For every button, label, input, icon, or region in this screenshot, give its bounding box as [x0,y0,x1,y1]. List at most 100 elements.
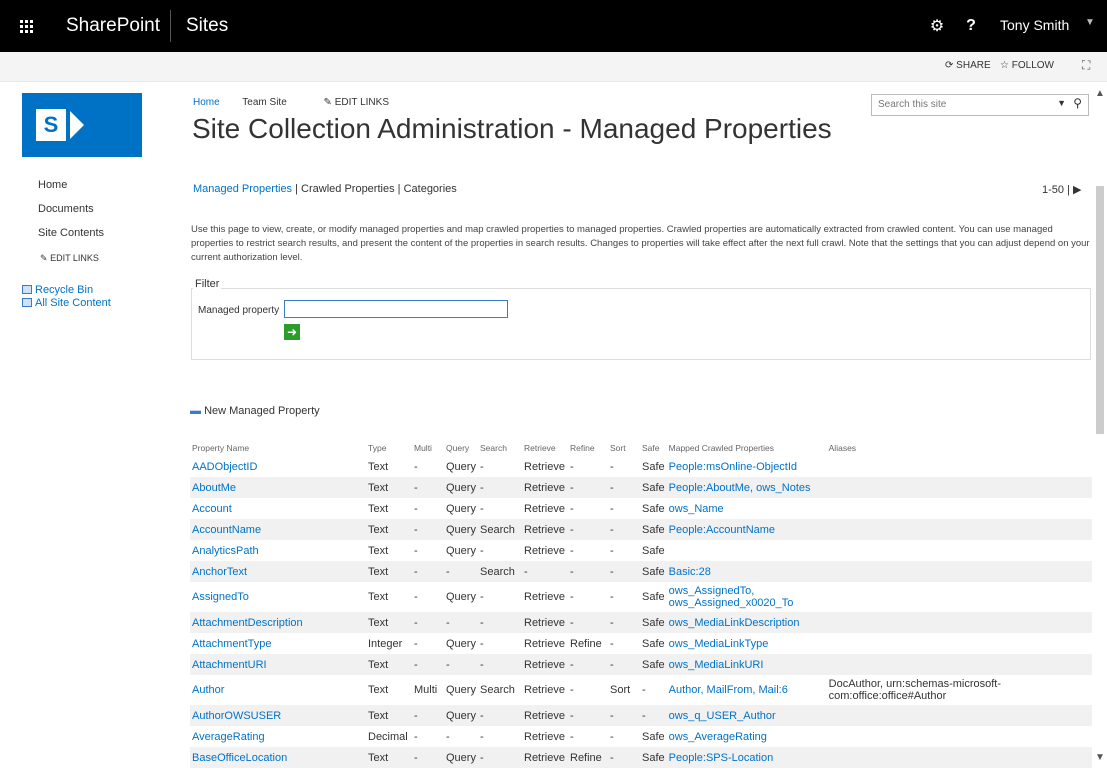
property-name-link[interactable]: BaseOfficeLocation [190,747,366,768]
property-name-link[interactable]: Account [190,498,366,519]
tab-categories[interactable]: Categories [404,183,457,195]
table-cell: - [608,561,640,582]
mapped-crawled-properties[interactable]: People:AboutMe, ows_Notes [666,477,827,498]
mapped-crawled-properties[interactable]: ows_AverageRating [667,726,827,747]
breadcrumb-team-site[interactable]: Team Site [242,97,286,108]
table-cell: Safe [642,730,665,743]
tab-crawled-properties[interactable]: Crawled Properties [301,183,395,195]
search-icon[interactable]: ⚲ [1073,96,1082,110]
column-header: Multi [414,443,432,453]
table-cell: Safe [640,612,667,633]
chevron-down-icon[interactable]: ▼ [1085,17,1095,28]
table-cell: Query [444,705,478,726]
table-cell: Text [368,591,389,603]
mapped-crawled-properties[interactable]: ows_MediaLinkDescription [666,612,827,633]
table-row: AssignedTo Text - Query - Retrieve - - Safe ows_A… [190,582,1092,612]
property-name-link[interactable]: AttachmentType [190,633,366,654]
breadcrumb-home[interactable]: Home [193,97,220,108]
table-cell: Query [446,591,476,603]
mapped-crawled-properties[interactable]: Basic:28 [666,561,827,582]
table-row: AverageRating Decimal - - - Retrieve - - Safe ows… [190,726,1092,747]
vertical-scrollbar[interactable]: ▲ ▼ [1093,82,1107,779]
table-cell: Text [368,684,389,696]
table-cell: - [480,460,484,473]
property-name-link[interactable]: AccountName [190,519,366,540]
table-cell: Text [366,705,412,726]
search-input[interactable]: Search this site ▼ ⚲ [871,94,1089,116]
tab-managed-properties[interactable]: Managed Properties [193,183,292,195]
table-cell: Refine [568,747,608,768]
sites-link[interactable]: Sites [186,15,228,37]
property-name-link[interactable]: AboutMe [190,477,366,498]
header-edit-links[interactable]: EDIT LINKS [335,97,389,108]
table-cell: Text [368,502,389,515]
property-name-link[interactable]: AttachmentDescription [190,612,366,633]
next-page-icon[interactable]: ▶ [1073,184,1081,196]
property-name-link[interactable]: AnalyticsPath [190,540,366,561]
mapped-crawled-properties[interactable]: ows_MediaLinkURI [666,654,827,675]
property-name-link[interactable]: AverageRating [190,726,366,747]
nav-item-site-contents[interactable]: Site Contents [38,224,104,248]
filter-go-button[interactable]: ➜ [284,324,300,340]
table-header-row: Property Name Type Multi Query Search Retriev… [190,440,1092,456]
mapped-crawled-properties[interactable]: Author, MailFrom, Mail:6 [667,675,827,705]
table-row: AnalyticsPath Text - Query - Retrieve - - Safe [190,540,1092,561]
column-header: Safe [642,443,660,453]
table-cell: - [478,612,522,633]
property-name-link[interactable]: AssignedTo [190,582,366,612]
table-cell: - [568,561,608,582]
nav-item-documents[interactable]: Documents [38,200,104,224]
property-name-link[interactable]: AnchorText [190,561,366,582]
all-site-content-link[interactable]: All Site Content [35,297,111,309]
table-row: Author Text Multi Query Search Retrieve - Sort -… [190,675,1092,705]
table-cell: Query [444,477,478,498]
nav-edit-links[interactable]: ✎ EDIT LINKS [40,253,99,264]
scroll-down-icon[interactable]: ▼ [1095,752,1105,763]
user-menu[interactable]: Tony Smith [1000,17,1069,33]
managed-property-input[interactable] [284,300,508,318]
recycle-bin-link[interactable]: Recycle Bin [35,284,93,296]
mapped-crawled-properties[interactable]: People:AccountName [666,519,827,540]
quick-links: Recycle Bin All Site Content [22,284,111,310]
table-cell: - [608,612,640,633]
property-name-link[interactable]: AttachmentURI [190,654,366,675]
mapped-crawled-properties[interactable]: ows_Name [667,498,827,519]
app-launcher-icon[interactable] [0,0,52,52]
nav-item-home[interactable]: Home [38,176,104,200]
table-cell: Safe [642,591,665,603]
site-logo[interactable]: S [22,93,142,157]
table-cell: - [414,544,418,557]
mapped-crawled-properties[interactable]: People:msOnline-ObjectId [667,456,827,477]
recycle-bin-icon [22,285,32,294]
table-cell: Retrieve [524,591,565,603]
property-name-link[interactable]: AADObjectID [190,456,366,477]
help-icon[interactable]: ? [956,0,986,52]
property-name-link[interactable]: AuthorOWSUSER [190,705,366,726]
mapped-crawled-properties[interactable]: ows_AssignedTo, ows_Assigned_x0020_To [667,582,827,612]
mapped-crawled-properties [667,540,827,561]
scroll-up-icon[interactable]: ▲ [1095,88,1105,99]
column-header: Aliases [828,443,857,453]
focus-icon[interactable]: ⛶ [1082,58,1090,73]
property-name-link[interactable]: Author [190,675,366,705]
brand-link[interactable]: SharePoint [66,15,160,37]
table-cell: - [570,502,574,515]
suite-divider [170,10,171,42]
table-cell: - [444,612,478,633]
nav-edit-links-label: EDIT LINKS [50,253,99,263]
share-button[interactable]: ⟳ SHARE [945,60,991,71]
mapped-crawled-properties[interactable]: ows_q_USER_Author [666,705,827,726]
table-cell: Query [446,502,476,515]
mapped-crawled-properties[interactable]: ows_MediaLinkType [667,633,827,654]
gear-icon[interactable]: ⚙ [922,0,952,52]
new-managed-property-link[interactable]: ▬ New Managed Property [190,405,320,417]
table-cell: - [568,705,608,726]
table-cell: - [412,747,444,768]
mapped-crawled-properties[interactable]: People:SPS-Location [666,747,827,768]
table-cell: - [570,684,574,696]
pencil-icon: ✎ [323,97,332,108]
scroll-thumb[interactable] [1096,186,1104,434]
search-scope-dropdown[interactable]: ▼ [1057,98,1066,108]
follow-button[interactable]: ☆ FOLLOW [1000,60,1054,71]
new-property-icon: ▬ [190,405,201,417]
